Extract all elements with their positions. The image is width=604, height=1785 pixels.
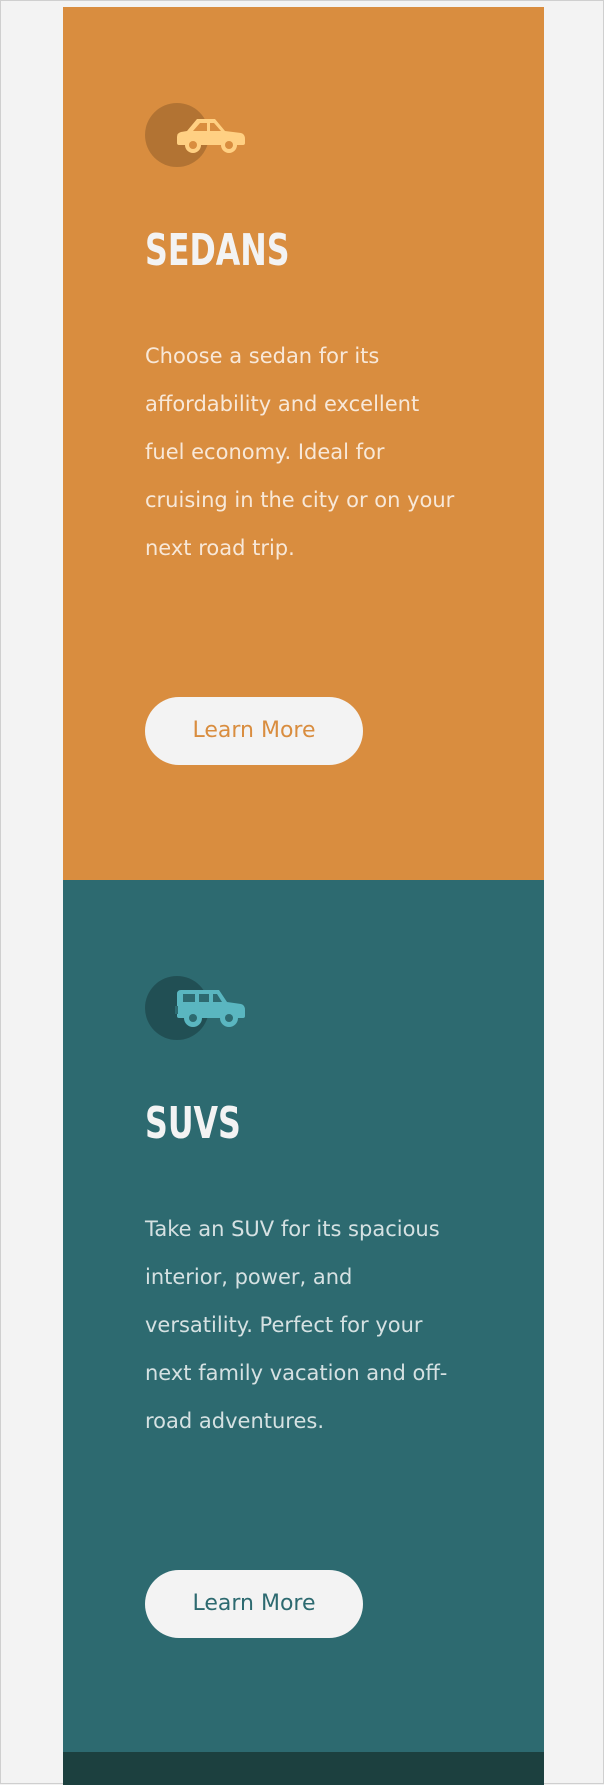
suv-icon-wrapper [145,976,255,1046]
suvs-card: SUVS Take an SUV for its spacious interi… [63,880,544,1752]
luxury-card [63,1752,544,1785]
car-cards-column: SEDANS Choose a sedan for its affordabil… [63,7,544,1785]
card-description: Take an SUV for its spacious interior, p… [145,1217,448,1433]
page-frame: SEDANS Choose a sedan for its affordabil… [0,0,604,1785]
suv-car-icon [175,990,245,1027]
sedans-card: SEDANS Choose a sedan for its affordabil… [63,7,544,880]
card-title: SEDANS [145,225,290,276]
sedan-icon-wrapper [145,103,255,173]
card-title: SUVS [145,1098,241,1149]
card-description: Choose a sedan for its affordability and… [145,344,455,560]
learn-more-button[interactable]: Learn More [145,1570,363,1638]
learn-more-button[interactable]: Learn More [145,697,363,765]
sedan-car-icon [177,119,245,153]
